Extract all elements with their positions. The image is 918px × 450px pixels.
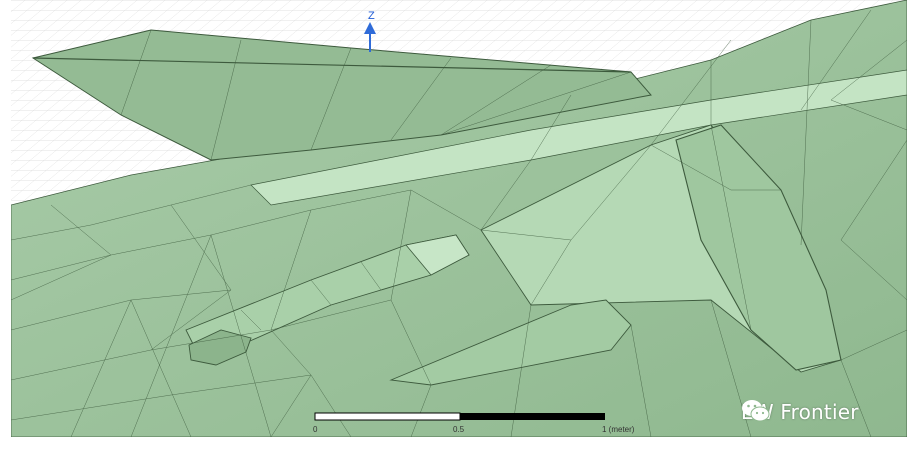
watermark: EW Frontier — [741, 398, 859, 426]
scale-bar — [314, 412, 605, 421]
z-axis-label: Z — [368, 10, 375, 22]
scale-label-0: 0 — [313, 425, 318, 434]
wechat-icon — [742, 400, 770, 422]
mesh-canvas[interactable] — [11, 0, 907, 437]
3d-viewport[interactable]: Z 0 0.5 1 (meter) EW Frontier — [11, 0, 907, 437]
scale-label-1m: 1 (meter) — [602, 425, 635, 434]
scale-label-half: 0.5 — [453, 425, 465, 434]
